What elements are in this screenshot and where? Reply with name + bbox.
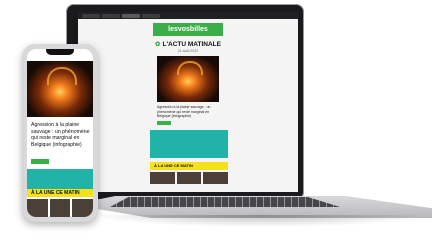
browser-tab[interactable] [102, 13, 120, 18]
article-image[interactable] [27, 61, 93, 117]
site-logo[interactable]: lesvosbilles [168, 26, 208, 33]
browser-tab[interactable] [82, 13, 100, 18]
section-title: ✿ L'ACTU MATINALE [78, 40, 298, 48]
article-headline[interactable]: Agression à la plaine sauvage : un phéno… [157, 105, 219, 119]
top-stories-strip: À LA UNE CE MATIN [150, 162, 228, 170]
article-date: 21 août 2022 [177, 49, 199, 53]
article-headline[interactable]: Agression à la plaine sauvage : un phéno… [31, 122, 91, 148]
leaf-icon: ✿ [155, 41, 161, 48]
browser-tab[interactable] [142, 13, 160, 18]
browser-tab-bar [78, 12, 298, 19]
read-more-button[interactable] [157, 120, 171, 125]
laptop-shadow [90, 215, 430, 227]
laptop-screen: lesvosbilles ✿ L'ACTU MATINALE 21 août 20… [78, 12, 298, 192]
section-title-text: L'ACTU MATINALE [162, 41, 221, 48]
phone-screen: Agression à la plaine sauvage : un phéno… [27, 49, 93, 217]
story-thumbnails [27, 199, 93, 217]
top-stories-strip: À LA UNE CE MATIN [27, 189, 93, 197]
story-thumbnail[interactable] [49, 199, 71, 217]
read-more-button[interactable] [31, 159, 49, 164]
laptop-keyboard [110, 197, 340, 207]
site-header: lesvosbilles [153, 23, 223, 36]
story-thumbnail[interactable] [203, 172, 229, 184]
browser-tab[interactable] [122, 13, 140, 18]
promo-block[interactable] [27, 169, 93, 189]
story-thumbnail[interactable] [27, 199, 48, 217]
promo-block[interactable] [150, 130, 228, 158]
story-thumbnail[interactable] [72, 199, 93, 217]
story-thumbnails [150, 172, 229, 184]
story-thumbnail[interactable] [150, 172, 175, 184]
story-thumbnail[interactable] [176, 172, 202, 184]
article-image[interactable] [157, 56, 219, 102]
phone-notch [46, 49, 74, 55]
